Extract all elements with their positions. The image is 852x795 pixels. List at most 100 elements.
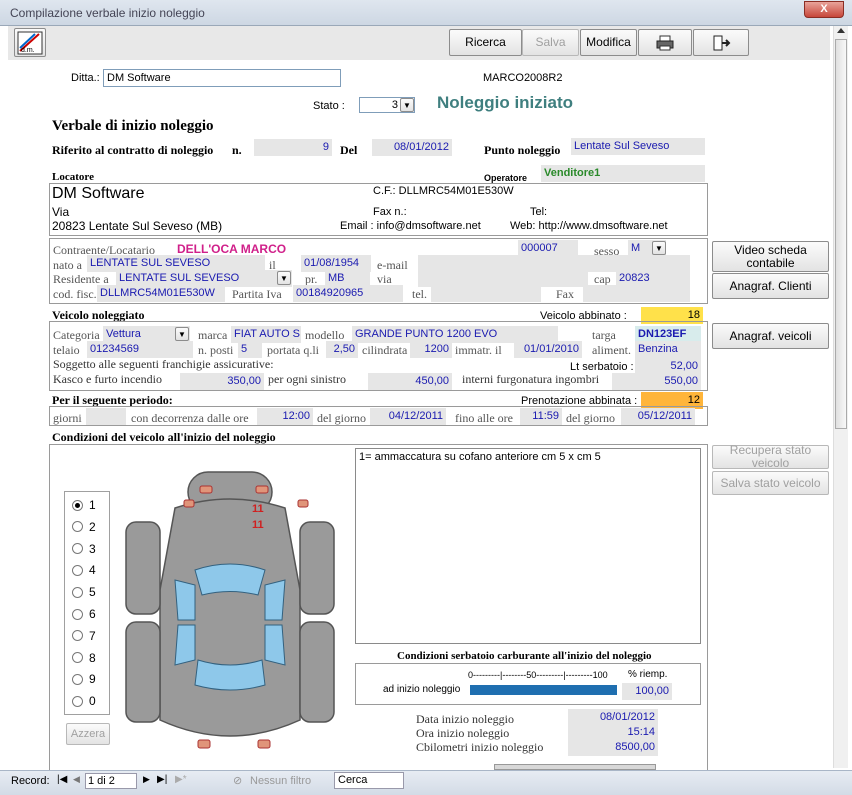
portata-value[interactable]: 2,50	[326, 341, 358, 358]
radio-label: 0	[89, 694, 96, 709]
radio-circle[interactable]	[72, 652, 83, 664]
radio-circle[interactable]	[72, 608, 83, 620]
tel-field[interactable]	[431, 285, 541, 302]
giorno-inizio[interactable]: 04/12/2011	[370, 408, 446, 425]
record-position[interactable]: 1 di 2	[85, 773, 137, 789]
interni-value[interactable]: 550,00	[612, 373, 701, 390]
radio-circle[interactable]	[72, 673, 83, 685]
ore-inizio[interactable]: 12:00	[257, 408, 313, 425]
recupera-stato-button[interactable]: Recupera stato veicolo	[712, 444, 829, 470]
ditta-field[interactable]: DM Software	[103, 69, 341, 87]
azzera-button[interactable]: Azzera	[66, 723, 110, 745]
fax-field[interactable]	[583, 285, 690, 302]
radio-label: 3	[89, 541, 96, 556]
damage-radio-2[interactable]: 2	[72, 520, 96, 534]
next-record-icon[interactable]: ▶	[143, 774, 150, 785]
salva-button[interactable]: Salva	[522, 29, 579, 56]
radio-label: 6	[89, 607, 96, 621]
contract-number[interactable]: 9	[254, 139, 332, 156]
cilindrata-value[interactable]: 1200	[410, 341, 452, 358]
contract-date[interactable]: 08/01/2012	[372, 139, 452, 156]
exit-button[interactable]	[693, 29, 749, 56]
damage-radio-6[interactable]: 6	[72, 607, 96, 621]
radio-circle[interactable]	[72, 521, 83, 533]
locatore-via: Via	[52, 205, 70, 219]
modifica-button[interactable]: Modifica	[580, 29, 637, 56]
cilindrata-label: cilindrata	[362, 343, 408, 357]
riemp-value[interactable]: 100,00	[622, 683, 672, 700]
radio-circle[interactable]	[72, 499, 83, 511]
alim-value[interactable]: Benzina	[635, 341, 701, 358]
damage-notes[interactable]: 1= ammaccatura su cofano anteriore cm 5 …	[355, 448, 701, 644]
search-input[interactable]: Cerca	[334, 772, 404, 789]
codfisc-label: cod. fisc.	[53, 287, 97, 301]
km-inizio-value[interactable]: 8500,00	[568, 739, 658, 756]
damage-radio-0[interactable]: 0	[72, 694, 96, 708]
locatore-cf: C.F.: DLLMRC54M01E530W	[373, 185, 514, 197]
telaio-value[interactable]: 01234569	[87, 341, 193, 358]
immatr-value[interactable]: 01/01/2010	[514, 341, 582, 358]
window-close-button[interactable]: X	[804, 1, 844, 18]
kasco-value[interactable]: 350,00	[180, 373, 264, 390]
scrollbar-thumb[interactable]	[835, 39, 847, 429]
tel-label: tel.	[412, 287, 427, 301]
filter-status[interactable]: Nessun filtro	[250, 775, 311, 787]
anagraf-clienti-button[interactable]: Anagraf. Clienti	[712, 273, 829, 299]
sesso-dropdown-icon[interactable]: ▼	[652, 241, 666, 255]
contraente-name[interactable]: DELL'OCA MARCO	[177, 242, 286, 256]
damage-mark-2: 11	[252, 519, 264, 531]
km-inizio-label: Cbilometri inizio noleggio	[416, 740, 544, 754]
damage-radio-9[interactable]: 9	[72, 672, 96, 686]
radio-label: 7	[89, 628, 96, 643]
damage-radio-1[interactable]: 1	[72, 498, 96, 512]
damage-radio-4[interactable]: 4	[72, 563, 96, 577]
piva-value[interactable]: 00184920965	[293, 285, 403, 302]
last-record-icon[interactable]: ▶|	[157, 774, 167, 785]
salva-stato-button[interactable]: Salva stato veicolo	[712, 471, 829, 495]
radio-circle[interactable]	[72, 695, 83, 707]
damage-radio-8[interactable]: 8	[72, 651, 96, 665]
marca-label: marca	[198, 328, 228, 342]
posti-value[interactable]: 5	[238, 341, 262, 358]
radio-circle[interactable]	[72, 564, 83, 576]
radio-label: 4	[89, 563, 96, 578]
radio-circle[interactable]	[72, 586, 83, 598]
locatore-tel: Tel:	[530, 206, 548, 218]
riferito-label: Riferito al contratto di noleggio	[52, 143, 214, 157]
categoria-dropdown-icon[interactable]: ▼	[175, 327, 189, 341]
radio-circle[interactable]	[72, 543, 83, 555]
punto-value[interactable]: Lentate Sul Seveso	[571, 138, 705, 155]
operatore-value[interactable]: Venditore1	[541, 165, 705, 182]
codfisc-value[interactable]: DLLMRC54M01E530W	[97, 285, 225, 302]
damage-radio-7[interactable]: 7	[72, 629, 96, 643]
piva-label: Partita Iva	[232, 287, 282, 301]
ore-fine[interactable]: 11:59	[520, 408, 562, 425]
giorni-label: giorni	[53, 411, 82, 425]
ricerca-button[interactable]: Ricerca	[449, 29, 522, 56]
print-button[interactable]	[638, 29, 692, 56]
new-record-icon[interactable]: ▶*	[175, 774, 187, 785]
prev-record-icon[interactable]: ◀	[73, 774, 80, 785]
first-record-icon[interactable]: |◀	[57, 774, 67, 785]
posti-label: n. posti	[198, 343, 234, 357]
residente-dropdown-icon[interactable]: ▼	[277, 271, 291, 285]
fuel-bar	[470, 685, 617, 695]
window-titlebar: Compilazione verbale inizio noleggio	[0, 0, 852, 26]
fino-label: fino alle ore	[455, 411, 513, 425]
locatore-fax: Fax n.:	[373, 206, 407, 218]
vertical-scrollbar[interactable]	[833, 26, 848, 768]
sinistro-value[interactable]: 450,00	[368, 373, 452, 390]
fax-label: Fax	[556, 287, 574, 301]
logo-button[interactable]: d.m.	[14, 28, 46, 57]
fuel-scale: 0---------|--------50---------|---------…	[468, 670, 608, 680]
giorno-fine[interactable]: 05/12/2011	[621, 408, 695, 425]
svg-text:d.m.: d.m.	[21, 47, 35, 54]
car-diagram[interactable]: 11 11	[120, 470, 340, 760]
damage-radio-3[interactable]: 3	[72, 542, 96, 556]
damage-radio-5[interactable]: 5	[72, 585, 96, 599]
radio-circle[interactable]	[72, 630, 83, 642]
giorni-field[interactable]	[86, 408, 126, 425]
video-scheda-button[interactable]: Video scheda contabile	[712, 241, 829, 272]
anagraf-veicoli-button[interactable]: Anagraf. veicoli	[712, 323, 829, 349]
stato-dropdown-icon[interactable]: ▼	[400, 98, 414, 112]
